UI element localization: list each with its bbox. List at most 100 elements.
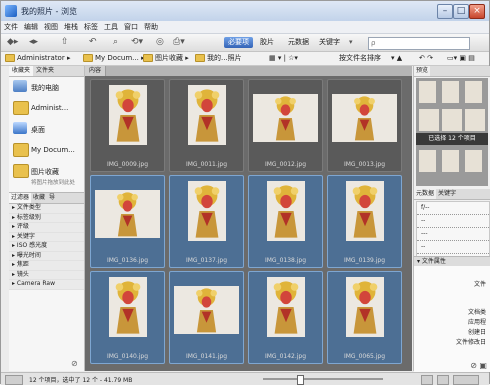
breadcrumb-pictures[interactable]: 图片收藏 ▸: [143, 53, 189, 64]
filter-row[interactable]: ▸ 标签级别: [9, 213, 84, 223]
right-tabs: 预览: [414, 66, 490, 77]
thumbnail[interactable]: IMG_0142.jpg: [248, 271, 323, 364]
workspace-keywords[interactable]: 关键字: [315, 37, 344, 48]
tab-favorites[interactable]: 收藏夹: [9, 66, 34, 76]
maximize-button[interactable]: □: [453, 4, 469, 19]
filter-row[interactable]: ▸ Camera Raw: [9, 280, 84, 290]
menu-label[interactable]: 标签: [81, 21, 101, 33]
back-icon[interactable]: ◆▸: [7, 36, 18, 48]
forward-icon[interactable]: ◂▸: [29, 36, 38, 48]
breadcrumb-current[interactable]: 我的...照片: [195, 53, 242, 64]
menu-tools[interactable]: 工具: [101, 21, 121, 33]
menu-file[interactable]: 文件: [1, 21, 21, 33]
sort-label[interactable]: 按文件名排序: [339, 53, 381, 64]
content-tab-bar: [85, 66, 412, 76]
thumbnail-image: [253, 94, 318, 142]
menu-stack[interactable]: 堆栈: [61, 21, 81, 33]
breadcrumb-docs[interactable]: My Docum... ▸: [83, 53, 145, 64]
breadcrumb-admin[interactable]: Administrator ▸: [5, 53, 70, 64]
thumbnail[interactable]: IMG_0009.jpg: [90, 79, 165, 172]
tab-keywords[interactable]: 关键字: [436, 189, 458, 199]
thumbnail-image: [174, 286, 239, 334]
computer-icon: [13, 80, 27, 92]
camera-line: f/--: [417, 202, 489, 215]
tab-collections[interactable]: 收藏: [31, 193, 47, 203]
thumbnail[interactable]: IMG_0141.jpg: [169, 271, 244, 364]
thumbnail[interactable]: IMG_0139.jpg: [327, 175, 402, 268]
new-folder-icon[interactable]: ▭▾ ▣ ▤: [447, 53, 475, 64]
preview-mini: [419, 81, 436, 103]
right-panel: 预览 已选择 12 个项目 元数据 关键字 f/-- -- --- -- ▾ 文件…: [413, 66, 490, 372]
status-text: 12 个项目，选中了 12 个 - 41.79 MB: [29, 377, 133, 384]
thumbnail[interactable]: IMG_0136.jpg: [90, 175, 165, 268]
workspace-dropdown-icon[interactable]: ▾: [349, 36, 353, 48]
thumbnail-size-slider[interactable]: [263, 375, 383, 385]
clear-filter-icon[interactable]: ⊘: [71, 359, 78, 368]
menu-edit[interactable]: 编辑: [21, 21, 41, 33]
content-panel: 内容 IMG_0009.jpg IMG_0011.jpg IMG_0012.jpg I…: [85, 66, 412, 371]
filter-row[interactable]: ▸ 镜头: [9, 270, 84, 280]
thumbnail[interactable]: IMG_0013.jpg: [327, 79, 402, 172]
thumbnail-filename: IMG_0141.jpg: [185, 353, 228, 360]
rotate-left-icon[interactable]: ↶ ↷: [419, 53, 433, 64]
view-mode-icon[interactable]: ▦ ▾ | ☆▾: [269, 53, 298, 64]
filter-row[interactable]: ▸ 曝光时间: [9, 251, 84, 261]
workspace-essentials[interactable]: 必要项: [224, 37, 253, 48]
folder-icon: [83, 54, 93, 62]
workspace-filmstrip[interactable]: 胶片: [256, 37, 278, 48]
fav-desktop[interactable]: 桌面: [9, 119, 84, 140]
preview-mini: [465, 150, 482, 172]
file-properties-header[interactable]: ▾ 文件属性: [414, 257, 490, 266]
sort-dir-icon[interactable]: ▾ ▲: [391, 53, 402, 64]
bridge-window: 我的照片 - 浏览 – □ × 文件 编辑 视图 堆栈 标签 工具 窗口 帮助 ◆▸ ◂▸ ⇧…: [0, 0, 490, 385]
filter-row[interactable]: ▸ 文件类型: [9, 204, 84, 214]
thumbnail-image: [267, 277, 305, 337]
folder-icon: [13, 101, 29, 115]
tab-folders[interactable]: 文件夹: [33, 66, 57, 76]
meta-key: 文件修改日: [455, 339, 486, 346]
rotate-icon[interactable]: ⟲▾: [131, 36, 143, 48]
tab-metadata[interactable]: 元数据: [414, 189, 437, 199]
tab-export[interactable]: 导: [47, 193, 57, 203]
minimize-button[interactable]: –: [437, 4, 453, 19]
tab-preview[interactable]: 预览: [414, 66, 431, 76]
refresh-icon[interactable]: ↶: [89, 36, 97, 48]
thumbnail-image: [346, 277, 384, 337]
close-button[interactable]: ×: [469, 4, 485, 19]
menu-window[interactable]: 窗口: [121, 21, 141, 33]
thumbnail[interactable]: IMG_0137.jpg: [169, 175, 244, 268]
menu-help[interactable]: 帮助: [141, 21, 161, 33]
left-panel: 收藏夹 文件夹 我的电脑 Administ... 桌面 My Docum... 图…: [9, 66, 85, 371]
thumbnail-image: [188, 181, 226, 241]
thumbnail[interactable]: IMG_0140.jpg: [90, 271, 165, 364]
fav-documents[interactable]: My Docum...: [9, 140, 84, 161]
camera-line: --: [417, 241, 489, 254]
workspace-metadata[interactable]: 元数据: [284, 37, 313, 48]
tab-filter[interactable]: 过滤器: [9, 193, 32, 203]
search-input[interactable]: ρ: [368, 37, 470, 50]
fav-computer[interactable]: 我的电脑: [9, 77, 84, 98]
menu-view[interactable]: 视图: [41, 21, 61, 33]
filter-row[interactable]: ▸ 评级: [9, 223, 84, 233]
camera-icon[interactable]: ⌕: [113, 36, 118, 48]
app-icon: [5, 5, 17, 17]
filter-icon[interactable]: ◎: [156, 36, 164, 48]
fav-admin[interactable]: Administ...: [9, 98, 84, 119]
filter-row[interactable]: ▸ 关键字: [9, 232, 84, 242]
thumbnail[interactable]: IMG_0065.jpg: [327, 271, 402, 364]
filter-row[interactable]: ▸ 焦距: [9, 261, 84, 271]
pictures-folder-icon: [13, 164, 29, 178]
thumbnail[interactable]: IMG_0011.jpg: [169, 79, 244, 172]
thumbnail[interactable]: IMG_0138.jpg: [248, 175, 323, 268]
tab-content[interactable]: 内容: [85, 66, 107, 76]
up-folder-icon[interactable]: ⇧: [61, 36, 69, 48]
filter-row[interactable]: ▸ ISO 感光度: [9, 242, 84, 252]
thumbnail-image: [95, 190, 160, 238]
settings-icon[interactable]: ⊘ ▣: [470, 361, 487, 370]
thumbnail-filename: IMG_0009.jpg: [106, 161, 149, 168]
status-bar: 12 个项目，选中了 12 个 - 41.79 MB: [1, 372, 489, 385]
thumbnail-filename: IMG_0011.jpg: [185, 161, 228, 168]
output-icon[interactable]: ⎙▾: [173, 36, 185, 48]
thumbnail[interactable]: IMG_0012.jpg: [248, 79, 323, 172]
selection-overlay: 已选择 12 个项目: [416, 133, 488, 145]
